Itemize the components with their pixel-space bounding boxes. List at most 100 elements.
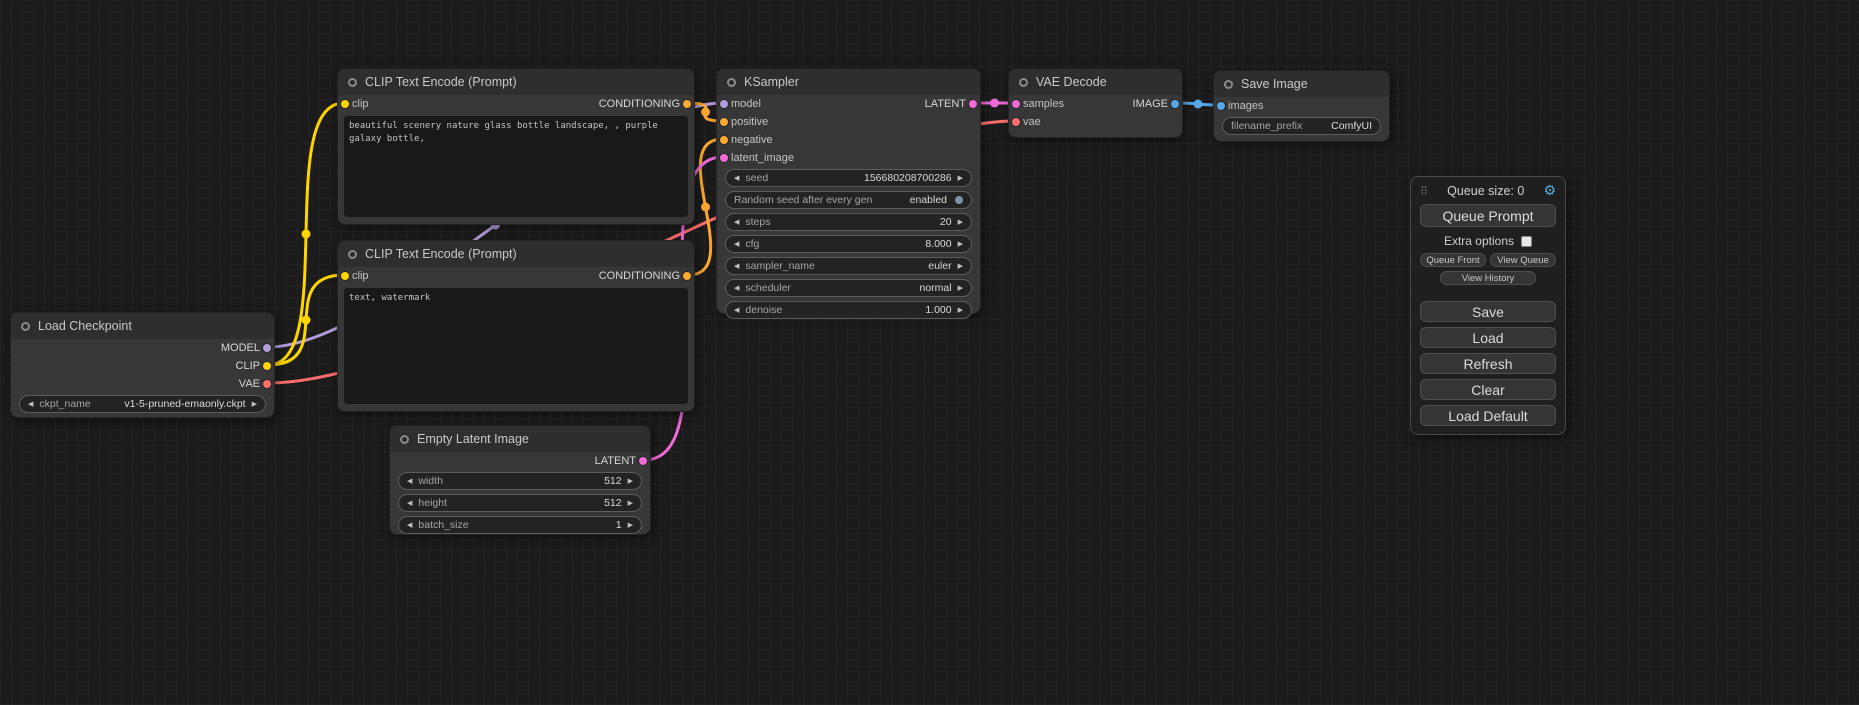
- node-clip-text-encode-negative[interactable]: CLIP Text Encode (Prompt) clip CONDITION…: [337, 240, 695, 412]
- extra-options-label: Extra options: [1444, 234, 1514, 248]
- node-title-bar[interactable]: VAE Decode: [1009, 69, 1182, 95]
- batch-size-widget[interactable]: ◀ batch_size 1 ▶: [398, 516, 642, 534]
- node-empty-latent-image[interactable]: Empty Latent Image LATENT ◀ width 512 ▶ …: [389, 425, 651, 535]
- node-title-bar[interactable]: Load Checkpoint: [11, 313, 274, 339]
- queue-front-button[interactable]: Queue Front: [1420, 253, 1486, 267]
- increment-arrow-icon[interactable]: ▶: [958, 241, 963, 248]
- sampler-name-widget[interactable]: ◀ sampler_name euler ▶: [725, 257, 972, 275]
- denoise-widget[interactable]: ◀ denoise 1.000 ▶: [725, 301, 972, 319]
- extra-options-checkbox[interactable]: [1521, 236, 1532, 247]
- node-load-checkpoint[interactable]: Load Checkpoint MODEL CLIP VAE ◀ ckpt_na…: [10, 312, 275, 418]
- slot-row: vae: [1009, 113, 1182, 131]
- increment-arrow-icon[interactable]: ▶: [628, 500, 633, 507]
- node-title: VAE Decode: [1036, 75, 1107, 89]
- queue-prompt-button[interactable]: Queue Prompt: [1420, 204, 1556, 227]
- positive-prompt-textarea[interactable]: beautiful scenery nature glass bottle la…: [344, 116, 688, 217]
- drag-handle-icon[interactable]: ⠿: [1420, 185, 1428, 198]
- increment-arrow-icon[interactable]: ▶: [958, 285, 963, 292]
- increment-arrow-icon[interactable]: ▶: [252, 401, 257, 408]
- random-seed-toggle-icon[interactable]: [955, 196, 963, 204]
- save-button[interactable]: Save: [1420, 301, 1556, 322]
- node-title-bar[interactable]: Save Image: [1214, 71, 1389, 97]
- node-save-image[interactable]: Save Image images filename_prefix ComfyU…: [1213, 70, 1390, 142]
- node-collapse-icon[interactable]: [400, 435, 409, 444]
- vae-output-port[interactable]: [263, 380, 271, 388]
- node-graph-canvas[interactable]: Load Checkpoint MODEL CLIP VAE ◀ ckpt_na…: [0, 0, 1859, 705]
- output-label-conditioning: CONDITIONING: [599, 98, 680, 110]
- filename-prefix-widget[interactable]: filename_prefix ComfyUI: [1222, 117, 1381, 135]
- image-output-port[interactable]: [1171, 100, 1179, 108]
- ckpt-name-widget[interactable]: ◀ ckpt_name v1-5-pruned-emaonly.ckpt ▶: [19, 395, 266, 413]
- node-collapse-icon[interactable]: [21, 322, 30, 331]
- view-history-button[interactable]: View History: [1440, 271, 1536, 285]
- decrement-arrow-icon[interactable]: ◀: [28, 401, 33, 408]
- node-collapse-icon[interactable]: [348, 78, 357, 87]
- node-collapse-icon[interactable]: [348, 250, 357, 259]
- node-collapse-icon[interactable]: [1224, 80, 1233, 89]
- output-label-conditioning: CONDITIONING: [599, 270, 680, 282]
- refresh-button[interactable]: Refresh: [1420, 353, 1556, 374]
- latent-image-input-port[interactable]: [720, 154, 728, 162]
- node-title-bar[interactable]: CLIP Text Encode (Prompt): [338, 241, 694, 267]
- node-title-bar[interactable]: KSampler: [717, 69, 980, 95]
- input-label-model: model: [731, 98, 761, 110]
- node-collapse-icon[interactable]: [727, 78, 736, 87]
- clip-input-port[interactable]: [341, 100, 349, 108]
- width-widget[interactable]: ◀ width 512 ▶: [398, 472, 642, 490]
- decrement-arrow-icon[interactable]: ◀: [734, 219, 739, 226]
- height-widget[interactable]: ◀ height 512 ▶: [398, 494, 642, 512]
- node-ksampler[interactable]: KSampler model LATENT positive negative …: [716, 68, 981, 314]
- samples-input-port[interactable]: [1012, 100, 1020, 108]
- node-clip-text-encode-positive[interactable]: CLIP Text Encode (Prompt) clip CONDITION…: [337, 68, 695, 225]
- node-collapse-icon[interactable]: [1019, 78, 1028, 87]
- random-seed-widget[interactable]: Random seed after every gen enabled: [725, 191, 972, 209]
- decrement-arrow-icon[interactable]: ◀: [734, 175, 739, 182]
- latent-output-port[interactable]: [639, 457, 647, 465]
- slot-row: CLIP: [11, 357, 274, 375]
- clip-input-port[interactable]: [341, 272, 349, 280]
- decrement-arrow-icon[interactable]: ◀: [734, 263, 739, 270]
- decrement-arrow-icon[interactable]: ◀: [734, 285, 739, 292]
- widget-value: 1: [616, 519, 622, 531]
- node-title-bar[interactable]: CLIP Text Encode (Prompt): [338, 69, 694, 95]
- increment-arrow-icon[interactable]: ▶: [628, 478, 633, 485]
- link-midpoint-dot-latent-to-decode: [990, 99, 999, 108]
- clear-button[interactable]: Clear: [1420, 379, 1556, 400]
- view-queue-button[interactable]: View Queue: [1490, 253, 1556, 267]
- decrement-arrow-icon[interactable]: ◀: [407, 478, 412, 485]
- load-button[interactable]: Load: [1420, 327, 1556, 348]
- vae-input-port[interactable]: [1012, 118, 1020, 126]
- negative-input-port[interactable]: [720, 136, 728, 144]
- negative-prompt-textarea[interactable]: text, watermark: [344, 288, 688, 404]
- images-input-port[interactable]: [1217, 102, 1225, 110]
- model-output-port[interactable]: [263, 344, 271, 352]
- decrement-arrow-icon[interactable]: ◀: [734, 241, 739, 248]
- decrement-arrow-icon[interactable]: ◀: [734, 307, 739, 314]
- widget-label: batch_size: [418, 519, 468, 531]
- load-default-button[interactable]: Load Default: [1420, 405, 1556, 426]
- node-vae-decode[interactable]: VAE Decode samples IMAGE vae: [1008, 68, 1183, 138]
- cfg-widget[interactable]: ◀ cfg 8.000 ▶: [725, 235, 972, 253]
- conditioning-output-port[interactable]: [683, 100, 691, 108]
- increment-arrow-icon[interactable]: ▶: [958, 263, 963, 270]
- model-input-port[interactable]: [720, 100, 728, 108]
- steps-widget[interactable]: ◀ steps 20 ▶: [725, 213, 972, 231]
- increment-arrow-icon[interactable]: ▶: [958, 219, 963, 226]
- widget-label: filename_prefix: [1231, 120, 1302, 132]
- increment-arrow-icon[interactable]: ▶: [958, 307, 963, 314]
- positive-input-port[interactable]: [720, 118, 728, 126]
- increment-arrow-icon[interactable]: ▶: [958, 175, 963, 182]
- node-title: CLIP Text Encode (Prompt): [365, 247, 517, 261]
- decrement-arrow-icon[interactable]: ◀: [407, 500, 412, 507]
- latent-output-port[interactable]: [969, 100, 977, 108]
- slot-row: clip CONDITIONING: [338, 267, 694, 285]
- settings-gear-icon[interactable]: ⚙: [1543, 184, 1556, 198]
- increment-arrow-icon[interactable]: ▶: [628, 522, 633, 529]
- conditioning-output-port[interactable]: [683, 272, 691, 280]
- decrement-arrow-icon[interactable]: ◀: [407, 522, 412, 529]
- scheduler-widget[interactable]: ◀ scheduler normal ▶: [725, 279, 972, 297]
- slot-row: LATENT: [390, 452, 650, 470]
- node-title-bar[interactable]: Empty Latent Image: [390, 426, 650, 452]
- clip-output-port[interactable]: [263, 362, 271, 370]
- seed-widget[interactable]: ◀ seed 156680208700286 ▶: [725, 169, 972, 187]
